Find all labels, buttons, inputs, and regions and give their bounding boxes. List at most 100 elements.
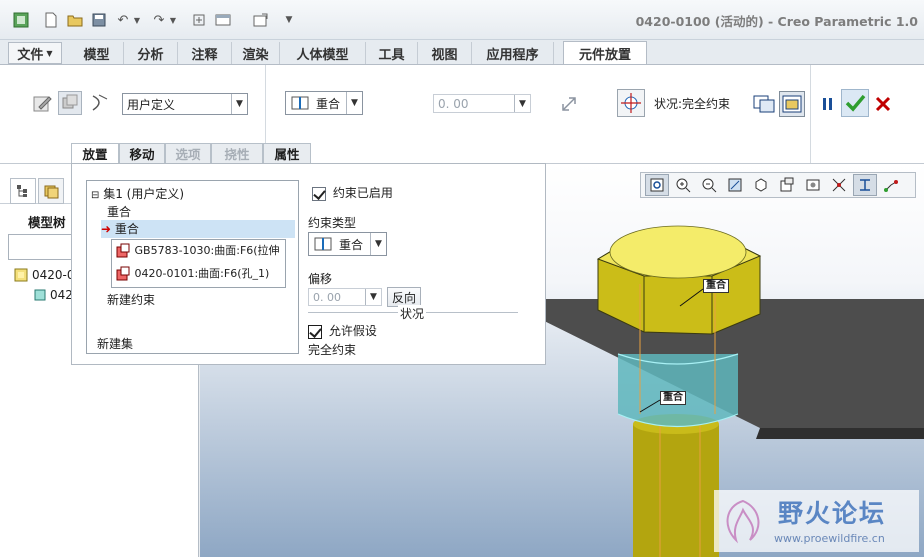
chevron-down-icon: ▼ [365, 289, 381, 305]
coincident-icon [314, 237, 332, 251]
tab-file[interactable]: 文件 ▼ [8, 42, 62, 64]
assembly-window-icon[interactable] [779, 91, 805, 117]
subtab-label: 属性 [274, 147, 300, 162]
flip-icon[interactable] [557, 92, 581, 116]
tab-model[interactable]: 模型 [70, 42, 124, 64]
model-tree-tab-icon[interactable] [10, 178, 36, 204]
set-type-select[interactable]: 用户定义 ▼ [122, 93, 248, 115]
undo-icon[interactable]: ↶ [114, 10, 132, 30]
placement-status-value: 完全约束 [308, 343, 357, 357]
customize-toolbar-icon[interactable]: ▼ [280, 10, 298, 30]
allow-assumptions-checkbox[interactable]: 允许假设 [308, 322, 377, 339]
part-icon [34, 289, 46, 301]
offset-input[interactable]: 0. 00 ▼ [308, 288, 382, 306]
pause-icon[interactable] [816, 92, 840, 116]
constraint-tag[interactable]: 重合 [660, 391, 686, 405]
view-manager-icon[interactable] [801, 174, 825, 196]
subtab-flexibility[interactable]: 挠性 [211, 143, 263, 163]
saved-views-icon[interactable] [775, 174, 799, 196]
subtab-options[interactable]: 选项 [165, 143, 211, 163]
flip-button[interactable]: 反向 [387, 287, 421, 307]
tree-item-assembly[interactable]: 0420-0 [14, 268, 75, 282]
folder-browser-tab-icon[interactable] [38, 178, 64, 204]
tab-label: 分析 [137, 47, 164, 63]
constraint-type-dropdown[interactable]: 重合 ▼ [308, 232, 387, 256]
tab-manikin[interactable]: 人体模型 [280, 42, 366, 64]
tab-label: 人体模型 [296, 47, 349, 63]
cancel-x-icon[interactable] [871, 92, 895, 116]
collapse-icon[interactable]: ⊟ [91, 190, 99, 201]
regenerate-icon[interactable] [190, 10, 208, 30]
constraint-type-select[interactable]: 重合 ▼ [285, 91, 363, 115]
flip-button-label: 反向 [391, 290, 416, 305]
drag-handle-icon[interactable] [617, 89, 645, 117]
interface-icon[interactable] [58, 91, 82, 115]
constraint-row-selected[interactable]: ➜ 重合 [101, 220, 295, 238]
perspective-icon[interactable] [827, 174, 851, 196]
save-icon[interactable] [90, 10, 108, 30]
open-folder-icon[interactable] [66, 10, 84, 30]
constraint-label: 重合 [107, 205, 132, 219]
set-row[interactable]: ⊟ 集1 (用户定义) [91, 185, 184, 202]
tab-label: 渲染 [242, 47, 269, 63]
part-reference-icon [116, 266, 130, 281]
bolt-shank [633, 424, 719, 557]
tab-applications[interactable]: 应用程序 [472, 42, 554, 64]
offset-value-select[interactable]: 0. 00 ▼ [433, 94, 531, 113]
ribbon-divider [810, 65, 811, 163]
watermark-url: www.proewildfire.cn [774, 532, 885, 545]
tab-label: 工具 [378, 47, 405, 63]
chevron-down-icon: ▼ [346, 92, 362, 114]
placement-panel: ⊟ 集1 (用户定义) 重合 ➜ 重合 GB5783-1030:曲面:F6(拉伸… [71, 163, 546, 365]
tab-render[interactable]: 渲染 [232, 42, 280, 64]
set-label: 集1 (用户定义) [103, 187, 185, 201]
graphics-toolbar [640, 172, 916, 198]
constraint-enabled-checkbox[interactable]: 约束已启用 [312, 184, 393, 201]
subtab-placement[interactable]: 放置 [71, 143, 119, 163]
redo-dropdown-icon[interactable]: ▼ [168, 10, 178, 30]
tree-item-label: 042 [50, 288, 73, 302]
reference-row[interactable]: GB5783-1030:曲面:F6(拉伸 [115, 242, 280, 259]
subtab-label: 选项 [175, 147, 201, 162]
close-window-icon[interactable] [252, 10, 270, 30]
flexible-icon[interactable] [88, 91, 112, 115]
undo-dropdown-icon[interactable]: ▼ [132, 10, 142, 30]
status-group-label: 状况 [398, 305, 427, 322]
display-style-icon[interactable] [749, 174, 773, 196]
title-bar: ↶ ▼ ↷ ▼ ▼ 0420-0100 (活动的) - Creo Paramet… [0, 0, 924, 40]
model-tree-title: 模型树 [28, 215, 66, 230]
spin-center-icon[interactable] [879, 174, 903, 196]
subtab-move[interactable]: 移动 [119, 143, 165, 163]
tab-tools[interactable]: 工具 [366, 42, 418, 64]
zoom-out-icon[interactable] [697, 174, 721, 196]
pencil-sheet-icon[interactable] [30, 91, 54, 115]
new-set-link[interactable]: 新建集 [97, 335, 133, 352]
checkbox-checked-icon [308, 324, 322, 339]
tab-label: 元件放置 [578, 47, 631, 63]
tree-item-part[interactable]: 042 [34, 288, 73, 302]
redo-icon[interactable]: ↷ [150, 10, 168, 30]
tab-label: 注释 [191, 47, 218, 63]
bolt-head-chamfer [609, 225, 747, 279]
coincident-icon [291, 96, 309, 110]
new-constraint-link[interactable]: 新建约束 [107, 291, 155, 308]
refit-icon[interactable] [645, 174, 669, 196]
repaint-icon[interactable] [723, 174, 747, 196]
constraint-row[interactable]: 重合 [107, 203, 131, 220]
tab-annotate[interactable]: 注释 [178, 42, 232, 64]
datum-display-icon[interactable] [853, 174, 877, 196]
windows-icon[interactable] [214, 10, 232, 30]
apply-check-icon[interactable] [841, 89, 869, 117]
tab-view[interactable]: 视图 [418, 42, 472, 64]
tab-analysis[interactable]: 分析 [124, 42, 178, 64]
constraint-type-value: 重合 [316, 96, 341, 111]
zoom-in-icon[interactable] [671, 174, 695, 196]
separate-window-icon[interactable] [752, 92, 776, 116]
constraint-list: ⊟ 集1 (用户定义) 重合 ➜ 重合 GB5783-1030:曲面:F6(拉伸… [86, 180, 299, 354]
offset-value: 0. 00 [313, 290, 341, 304]
reference-row[interactable]: 0420-0101:曲面:F6(孔_1) [115, 265, 269, 282]
tab-component-placement[interactable]: 元件放置 [563, 41, 647, 64]
subtab-properties[interactable]: 属性 [263, 143, 311, 163]
new-file-icon[interactable] [42, 10, 60, 30]
constraint-tag[interactable]: 重合 [703, 279, 729, 293]
